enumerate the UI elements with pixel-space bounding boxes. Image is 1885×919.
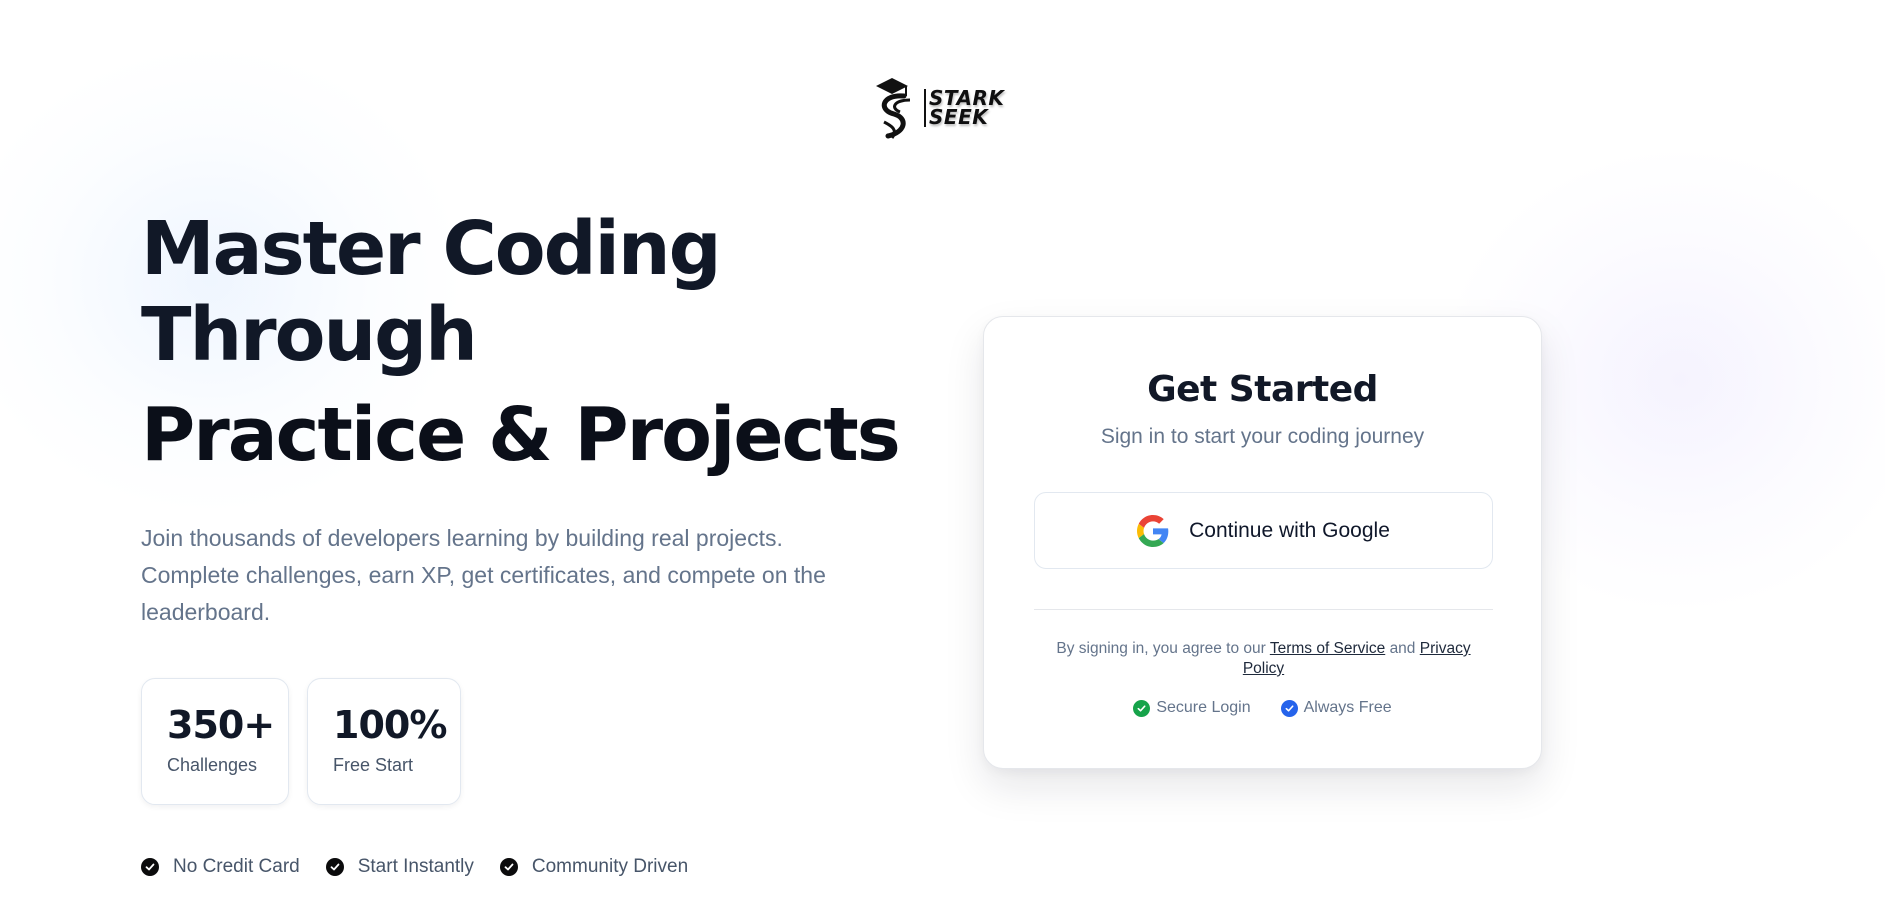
stat-card-free-start: 100% Free Start bbox=[307, 678, 461, 805]
stat-value: 100% bbox=[333, 703, 447, 747]
logo-wordmark: STARK SEEK bbox=[924, 88, 1004, 129]
check-circle-icon bbox=[1280, 699, 1298, 717]
hero-title-line-2: Through bbox=[141, 292, 478, 378]
feature-label: No Credit Card bbox=[173, 856, 300, 877]
hero-title-line-1: Master Coding bbox=[141, 206, 722, 292]
stat-value: 350+ bbox=[167, 703, 275, 747]
badge-always-free: Always Free bbox=[1280, 699, 1392, 717]
logo-mark-icon bbox=[876, 78, 911, 139]
signin-card: Get Started Sign in to start your coding… bbox=[983, 316, 1542, 769]
stat-label: Challenges bbox=[167, 755, 258, 775]
hero-title: Master Coding Through Practice & Project… bbox=[141, 206, 901, 478]
stat-label: Free Start bbox=[333, 755, 414, 775]
hero-title-line-3: Practice & Projects bbox=[141, 392, 901, 478]
google-icon bbox=[1137, 514, 1169, 547]
check-circle-icon bbox=[325, 858, 344, 876]
logo-line-2: SEEK bbox=[929, 105, 989, 129]
continue-with-google-button[interactable]: Continue with Google bbox=[1034, 492, 1493, 569]
check-circle-icon bbox=[1133, 699, 1151, 717]
feature-label: Start Instantly bbox=[357, 856, 474, 877]
google-button-label: Continue with Google bbox=[1189, 518, 1390, 542]
legal-prefix: By signing in, you agree to our bbox=[1056, 640, 1266, 657]
signin-subtitle: Sign in to start your coding journey bbox=[1100, 425, 1425, 448]
feature-item: Start Instantly bbox=[325, 856, 474, 878]
feature-item: No Credit Card bbox=[141, 856, 300, 878]
check-circle-icon bbox=[141, 858, 159, 876]
trust-badges: Secure Login Always Free bbox=[984, 699, 1541, 717]
badge-label: Secure Login bbox=[1156, 699, 1251, 716]
legal-and: and bbox=[1389, 640, 1416, 657]
badge-label: Always Free bbox=[1303, 699, 1392, 716]
stat-card-challenges: 350+ Challenges bbox=[141, 678, 289, 805]
hero-description: Join thousands of developers learning by… bbox=[141, 525, 826, 625]
signin-title: Get Started bbox=[1147, 369, 1378, 410]
divider bbox=[1034, 609, 1493, 610]
feature-item: Community Driven bbox=[499, 856, 689, 878]
legal-notice: By signing in, you agree to our Terms of… bbox=[1034, 639, 1493, 679]
terms-of-service-link[interactable]: Terms of Service bbox=[1270, 640, 1385, 657]
feature-label: Community Driven bbox=[531, 856, 689, 877]
badge-secure-login: Secure Login bbox=[1133, 699, 1251, 717]
brand-logo[interactable]: STARK SEEK bbox=[872, 74, 1012, 142]
check-circle-icon bbox=[499, 858, 518, 876]
feature-list: No Credit Card Start Instantly Community… bbox=[141, 856, 714, 878]
